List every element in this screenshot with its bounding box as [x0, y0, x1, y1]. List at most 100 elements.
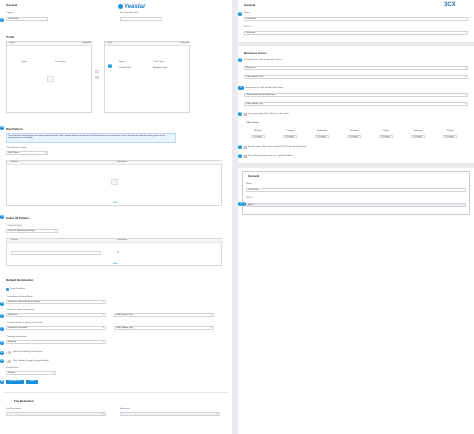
caller-id-mode-select[interactable]: Caller ID Matching Settings [6, 229, 58, 234]
yeastar-logo: Yeastar [118, 4, 145, 11]
move-left-button[interactable]: ‹ [95, 76, 100, 80]
day-monday: Monday [254, 130, 262, 132]
group-office-hours-checkbox[interactable] [244, 113, 247, 116]
prompt-files-label: Prompt Files [6, 367, 19, 369]
ignore-holiday-label: Ignore the Holiday Destination [13, 351, 43, 353]
route-name-input[interactable]: Test Route [244, 17, 468, 21]
caller-id-section-title: Caller ID Pattern [6, 216, 30, 220]
fixed-condition-label: Fixed Condition [10, 288, 26, 290]
available-trunks-list[interactable]: Trunks Available Name Trunk Type [6, 41, 93, 113]
after-hours-ext-select[interactable]: 1000 (admin, ext) [114, 326, 214, 331]
after-hours-dest-label: * Outside Business Hours Destination [6, 322, 43, 324]
available-trunks-header: Trunks Available [7, 42, 93, 46]
right-panel-3cx: 3CX General 1 Name Test Route DID Or Unk… [238, 0, 474, 434]
panel-separator [238, 42, 474, 46]
step-marker-9: 9 [0, 351, 5, 356]
day-tuesday: Tuesday [286, 130, 294, 132]
move-right-button[interactable]: › [95, 70, 100, 74]
general-section-title: General [244, 3, 256, 7]
after-hours-dest-select[interactable]: Unknown Voicemail [6, 326, 106, 331]
wednesday-configure-chip[interactable]: Configure [315, 135, 329, 139]
empty-state-icon [47, 76, 54, 82]
name-label: Name [246, 183, 252, 185]
fax-extension-select[interactable] [120, 412, 220, 417]
day-thursday: Thursday [349, 130, 359, 132]
holiday-dest-select[interactable]: Hang up [6, 340, 106, 345]
caller-id-add-link[interactable]: + Add [112, 263, 117, 266]
3cx-logo: 3CX [444, 2, 456, 8]
fax-extension-label: Extension [120, 408, 130, 410]
dial-pattern-add-link[interactable]: + Add [112, 202, 117, 205]
col-trunk-type: Trunk Type [55, 61, 66, 63]
col-name: Name [21, 61, 27, 63]
play-holiday-prompt-label: Play Holiday Prompt During Holidays [13, 360, 49, 362]
caller-id-table-header: Pattern Operations [7, 239, 223, 243]
selected-trunk-name: Yeastar Test [119, 67, 131, 69]
upload-button[interactable]: Upload [26, 380, 38, 384]
step-marker-3: 3 [238, 86, 244, 91]
saturday-configure-chip[interactable]: Configure [411, 135, 425, 139]
thursday-configure-chip[interactable]: Configure [347, 135, 361, 139]
dial-pattern-notice: The number that matches these rules will… [6, 133, 176, 143]
col-name: Name [119, 61, 125, 63]
step-marker-10: 10 [0, 359, 5, 364]
dial-pattern-mode-select[interactable]: Dial Pattern [6, 151, 48, 156]
super-office-hours-label: Enable Super Office hours mode (TOFU Lig… [248, 146, 307, 148]
business-hours-section-title: Business Hours [244, 51, 267, 55]
route-name-input[interactable]: Test Route [6, 17, 48, 21]
selected-trunks-list[interactable]: Trunk Selected Name Trunk Type Yeastar T… [104, 41, 191, 113]
day-wednesday: Wednesday [316, 130, 328, 132]
office-hours-dest-select[interactable]: Extension [244, 66, 468, 71]
routing-mode-select[interactable]: Based on Global Business Hours [6, 300, 106, 305]
delete-icon[interactable]: ✕ [117, 250, 120, 255]
routing-mode-label: * Destination Routing Mode [6, 296, 33, 298]
record-new-button[interactable]: Record New [6, 380, 24, 384]
holiday-dest-label: * Holiday Destination [6, 336, 27, 338]
play-holiday-prompt-toggle[interactable] [6, 360, 11, 363]
selected-trunk-type: Register Trunk [153, 67, 168, 69]
step-marker-1: 1 [238, 12, 243, 17]
outside-hours-dest-select[interactable]: Voicemail/Hang Up Extension [244, 93, 468, 98]
step-marker-5: 5 [0, 302, 5, 307]
friday-configure-chip[interactable]: Configure [379, 135, 393, 139]
did-input[interactable]: Main [246, 203, 466, 207]
day-sunday: Sunday [446, 130, 454, 132]
name-label: Name [244, 12, 250, 14]
step-marker-1: 1 [0, 18, 5, 23]
business-hours-dest-select[interactable]: Extension [6, 313, 106, 318]
name-label: * Name [6, 12, 14, 14]
monday-configure-chip[interactable]: Configure [251, 135, 265, 139]
office-hours-ext-select[interactable]: 1000 (admin, ext) [244, 75, 468, 80]
yeastar-logo-icon [118, 4, 123, 9]
fax-destination-select[interactable] [6, 412, 106, 417]
ignore-holiday-toggle[interactable] [6, 351, 11, 354]
general-section-title: General [6, 3, 18, 7]
step-marker-8: 8 [0, 341, 5, 346]
caller-id-pattern-input[interactable] [11, 251, 101, 255]
fax-section-title: Fax Detection [14, 399, 34, 403]
did-label: DID Or [246, 197, 253, 199]
group-office-hours-label: Use group-wide Office Hours for this rou… [248, 113, 289, 115]
password-input[interactable] [120, 17, 162, 21]
panel-separator [238, 163, 474, 168]
prompt-files-select[interactable]: Default [6, 371, 56, 376]
business-hours-ext-select[interactable]: 1000 (admin, ext) [114, 313, 214, 318]
tuesday-configure-chip[interactable]: Configure [283, 135, 297, 139]
col-trunk-type: Trunk Type [153, 61, 164, 63]
fixed-condition-radio[interactable] [6, 288, 9, 291]
outside-hours-ext-select[interactable]: 1000 (admin, ext) [244, 102, 468, 107]
step-marker-2: 2 [238, 58, 243, 63]
selected-trunks-header: Trunk Selected [105, 42, 191, 46]
left-panel-yeastar: Yeastar General 1 * Name Test Route Pass… [0, 0, 232, 434]
route-name-input[interactable]: Test Route [246, 188, 466, 192]
did-input[interactable]: Unknown [244, 31, 468, 35]
empty-state-icon [111, 179, 118, 185]
step-marker-4: 4 [238, 112, 243, 117]
dial-pattern-mode-label: * Dial Patterns Mode [6, 147, 27, 149]
super-office-hours-checkbox[interactable] [244, 146, 247, 149]
holiday-prompt-checkbox[interactable] [244, 155, 247, 158]
step-marker-7: 7 [0, 327, 5, 332]
sunday-configure-chip[interactable]: Configure [443, 135, 457, 139]
step-marker-11: 11 [0, 380, 5, 385]
business-hours-dest-label: * Business Hours Destination [6, 309, 35, 311]
